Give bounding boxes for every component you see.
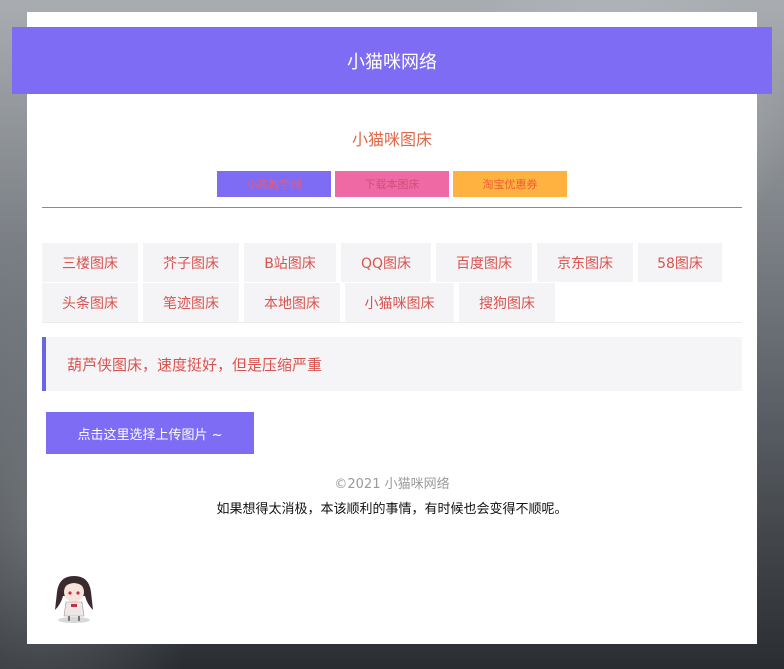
- tab-bilibili[interactable]: B站图床: [244, 243, 336, 282]
- tab-xiaomaomi[interactable]: 小猫咪图床: [345, 283, 454, 322]
- notice-text: 葫芦侠图床，速度挺好，但是压缩严重: [67, 355, 323, 374]
- tab-toutiao[interactable]: 头条图床: [42, 283, 138, 322]
- host-tabs: 三楼图床 芥子图床 B站图床 QQ图床 百度图床 京东图床 58图床 头条图床 …: [42, 243, 742, 323]
- tab-qq[interactable]: QQ图床: [341, 243, 431, 282]
- tab-biji[interactable]: 笔迹图床: [143, 283, 239, 322]
- tab-jd[interactable]: 京东图床: [537, 243, 633, 282]
- mascot-icon: [55, 576, 93, 623]
- link-buttons: 小高教学网 下载本图床 淘宝优惠券: [217, 171, 567, 197]
- tab-jiezi[interactable]: 芥子图床: [143, 243, 239, 282]
- upload-button[interactable]: 点击这里选择上传图片 ~: [46, 412, 254, 454]
- tab-58[interactable]: 58图床: [638, 243, 722, 282]
- link-button-teaching[interactable]: 小高教学网: [217, 171, 331, 197]
- tab-sanlou[interactable]: 三楼图床: [42, 243, 138, 282]
- quote-text: 如果想得太消极，本该顺利的事情，有时候也会变得不顺呢。: [216, 502, 568, 517]
- link-button-download[interactable]: 下载本图床: [335, 171, 449, 197]
- site-title: 小猫咪图床: [351, 130, 432, 149]
- header-title: 小猫咪网络: [347, 51, 437, 73]
- link-button-coupon[interactable]: 淘宝优惠券: [453, 171, 567, 197]
- tab-baidu[interactable]: 百度图床: [436, 243, 532, 282]
- tab-row-2: 头条图床 笔迹图床 本地图床 小猫咪图床 搜狗图床: [42, 283, 742, 322]
- page-card: [27, 12, 757, 644]
- divider: [42, 207, 742, 208]
- notice-box: 葫芦侠图床，速度挺好，但是压缩严重: [42, 337, 742, 391]
- tabs-underline: [42, 322, 742, 323]
- tab-sogou[interactable]: 搜狗图床: [459, 283, 555, 322]
- copyright-text: ©2021 小猫咪网络: [334, 477, 450, 492]
- tab-row-1: 三楼图床 芥子图床 B站图床 QQ图床 百度图床 京东图床 58图床: [42, 243, 742, 282]
- header-bar: 小猫咪网络: [12, 27, 772, 94]
- tab-local[interactable]: 本地图床: [244, 283, 340, 322]
